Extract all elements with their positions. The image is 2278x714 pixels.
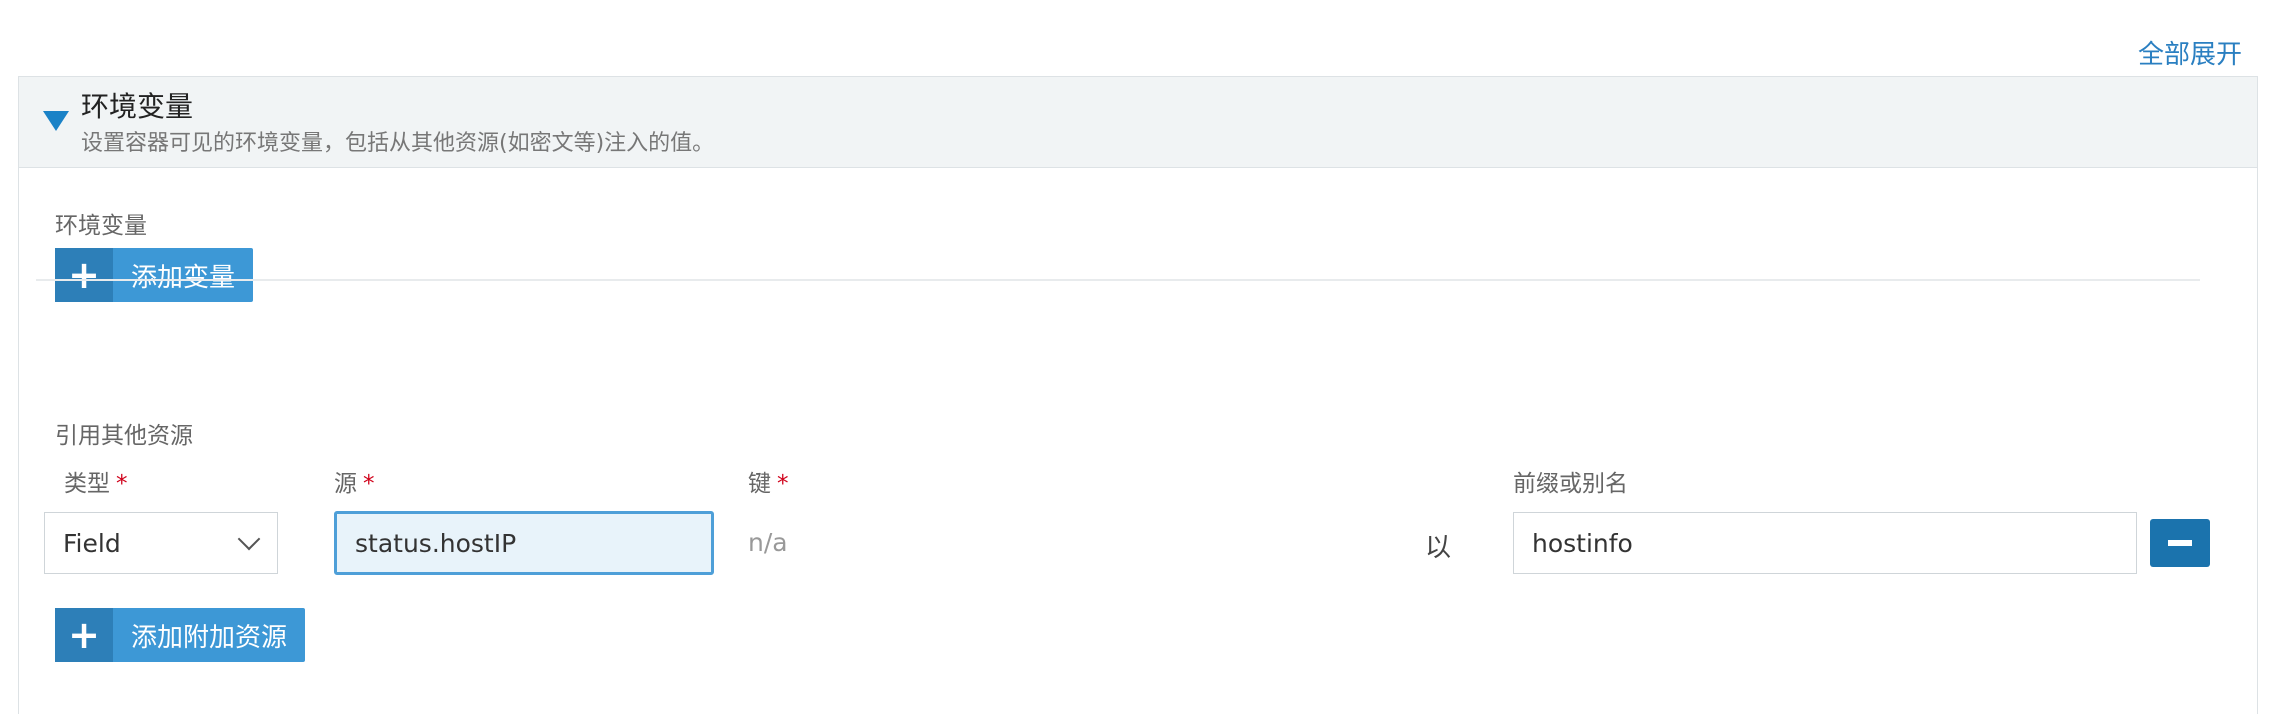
- key-column-header: 键 *: [748, 464, 789, 498]
- with-label: 以: [1425, 533, 1452, 563]
- type-header-text: 类型: [64, 471, 110, 497]
- panel-header[interactable]: 环境变量 设置容器可见的环境变量，包括从其他资源(如密文等)注入的值。: [19, 77, 2257, 168]
- minus-icon: [2168, 540, 2192, 546]
- key-header-text: 键: [748, 471, 771, 497]
- remove-row-button[interactable]: [2150, 519, 2210, 567]
- key-value: n/a: [748, 528, 788, 557]
- required-mark: *: [777, 471, 789, 497]
- type-select[interactable]: Field: [44, 512, 278, 574]
- source-header-text: 源: [334, 471, 357, 497]
- add-extra-resource-label: 添加附加资源: [131, 622, 288, 653]
- refs-label: 引用其他资源: [55, 423, 193, 449]
- source-input[interactable]: [334, 511, 714, 575]
- type-column-header: 类型 *: [64, 464, 128, 498]
- required-mark: *: [116, 471, 128, 497]
- expand-all-link[interactable]: 全部展开: [2138, 34, 2242, 71]
- add-variable-button[interactable]: + 添加变量: [55, 248, 254, 302]
- source-column-header: 源 *: [334, 464, 375, 498]
- type-select-value: Field: [63, 528, 121, 558]
- required-mark: *: [363, 471, 375, 497]
- plus-icon: +: [55, 248, 113, 302]
- panel-title: 环境变量: [81, 90, 194, 123]
- env-vars-panel: 环境变量 设置容器可见的环境变量，包括从其他资源(如密文等)注入的值。: [18, 76, 2258, 714]
- panel-description: 设置容器可见的环境变量，包括从其他资源(如密文等)注入的值。: [81, 131, 715, 156]
- add-extra-resource-button[interactable]: + 添加附加资源: [55, 608, 306, 662]
- alias-input[interactable]: [1513, 512, 2137, 574]
- env-vars-label: 环境变量: [55, 213, 147, 239]
- add-variable-label: 添加变量: [131, 262, 236, 293]
- plus-icon: +: [55, 608, 113, 662]
- caret-down-icon[interactable]: [43, 111, 69, 131]
- section-divider: [36, 279, 2200, 281]
- alias-column-header: 前缀或别名: [1513, 471, 1628, 497]
- chevron-down-icon: [237, 527, 261, 551]
